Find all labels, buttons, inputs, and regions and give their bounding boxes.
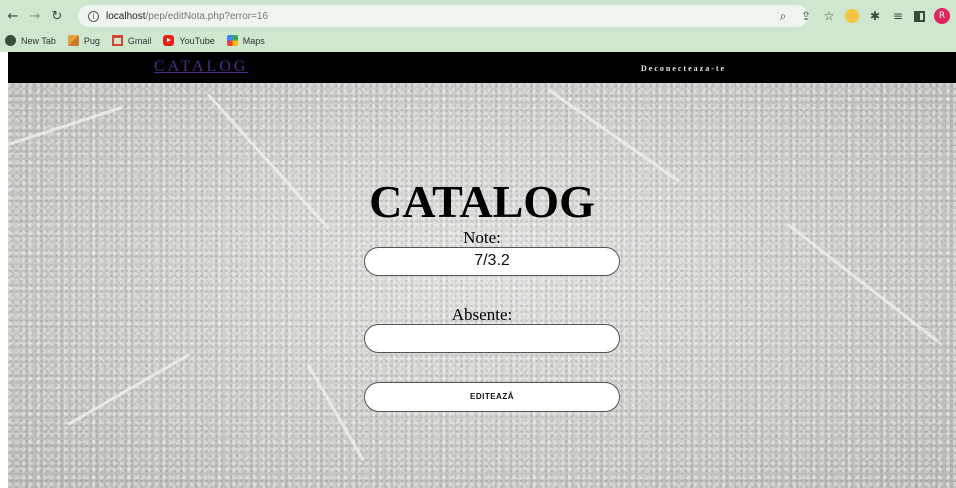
puzzle-extensions-icon[interactable]: ✱ <box>868 9 882 23</box>
profile-avatar[interactable]: R <box>934 8 950 24</box>
bookmark-label: Maps <box>242 35 265 46</box>
pug-icon <box>67 35 79 46</box>
bookmark-youtube[interactable]: YouTube <box>163 35 215 46</box>
logo-link[interactable]: CATALOG <box>154 58 248 76</box>
bookmark-star-icon[interactable]: ☆ <box>822 9 836 23</box>
bookmarks-bar: New Tab Pug Gmail YouTube Maps <box>0 31 956 50</box>
address-bar[interactable]: i localhost/pep/editNota.php?error=16 <box>78 5 808 27</box>
side-panel-icon[interactable] <box>914 10 925 22</box>
gmail-icon <box>111 35 123 46</box>
globe-icon <box>5 35 16 46</box>
bookmark-maps[interactable]: Maps <box>226 35 265 46</box>
grades-input[interactable]: 7/3.2 <box>364 247 620 276</box>
bookmark-label: YouTube <box>179 35 215 46</box>
bookmark-gmail[interactable]: Gmail <box>111 35 152 46</box>
reload-icon[interactable]: ↻ <box>48 7 66 25</box>
bookmark-pug[interactable]: Pug <box>67 35 100 46</box>
page-title: CATALOG <box>369 176 595 227</box>
bookmark-label: Gmail <box>127 35 152 46</box>
grades-label: Note: <box>463 228 501 247</box>
toolbar-icons: ⌕ ⇪ ☆ ✱ ≡ R <box>776 6 950 26</box>
absences-input[interactable] <box>364 324 620 353</box>
url-host: localhost <box>106 10 146 22</box>
address-row: ← → ↻ i localhost/pep/editNota.php?error… <box>0 0 956 32</box>
bookmark-label: Pug <box>83 35 100 46</box>
wall-crack <box>306 363 365 461</box>
youtube-icon <box>163 35 175 46</box>
back-icon[interactable]: ← <box>4 7 22 25</box>
bookmark-new-tab[interactable]: New Tab <box>5 35 56 46</box>
extension-icon[interactable] <box>845 9 859 23</box>
zoom-icon[interactable]: ⌕ <box>776 9 790 23</box>
browser-chrome: ← → ↻ i localhost/pep/editNota.php?error… <box>0 0 956 52</box>
edit-button[interactable]: EDITEAZĂ <box>364 382 620 412</box>
maps-icon <box>226 35 238 46</box>
bookmark-label: New Tab <box>21 35 56 46</box>
wall-crack <box>8 105 123 146</box>
absences-label: Absente: <box>451 305 513 324</box>
wall-crack <box>67 353 190 426</box>
site-navbar: CATALOG Deconecteaza-te <box>8 52 956 83</box>
reading-list-icon[interactable]: ≡ <box>891 9 905 23</box>
url-path: /pep/editNota.php?error=16 <box>145 10 269 22</box>
logout-link[interactable]: Deconecteaza-te <box>641 64 726 73</box>
content-background: CATALOG Note: 7/3.2 Absente: EDITEAZĂ <box>8 83 956 488</box>
share-icon[interactable]: ⇪ <box>799 9 813 23</box>
wall-crack <box>547 88 680 183</box>
forward-icon[interactable]: → <box>26 7 44 25</box>
site-info-icon[interactable]: i <box>88 10 99 22</box>
